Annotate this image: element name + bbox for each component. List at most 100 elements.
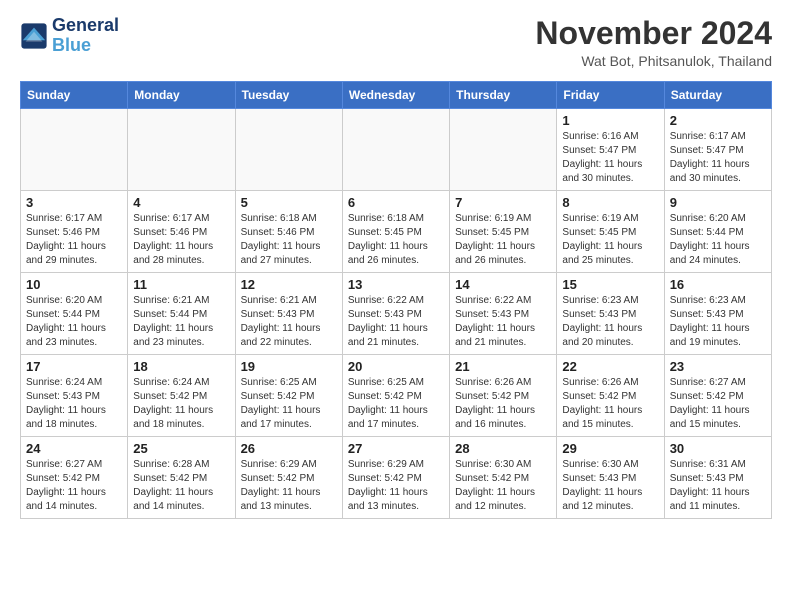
day-info: Sunrise: 6:20 AM Sunset: 5:44 PM Dayligh… (26, 294, 122, 350)
day-info: Sunrise: 6:16 AM Sunset: 5:47 PM Dayligh… (562, 130, 658, 186)
day-info: Sunrise: 6:22 AM Sunset: 5:43 PM Dayligh… (348, 294, 444, 350)
weekday-header-row: SundayMondayTuesdayWednesdayThursdayFrid… (21, 82, 772, 109)
calendar-cell: 14 Sunrise: 6:22 AM Sunset: 5:43 PM Dayli… (450, 273, 557, 355)
calendar-cell (235, 109, 342, 191)
day-number: 12 (241, 277, 337, 292)
day-info: Sunrise: 6:30 AM Sunset: 5:43 PM Dayligh… (562, 458, 658, 514)
day-number: 13 (348, 277, 444, 292)
day-info: Sunrise: 6:24 AM Sunset: 5:43 PM Dayligh… (26, 376, 122, 432)
day-number: 7 (455, 195, 551, 210)
day-info: Sunrise: 6:22 AM Sunset: 5:43 PM Dayligh… (455, 294, 551, 350)
day-number: 26 (241, 441, 337, 456)
calendar-cell: 21 Sunrise: 6:26 AM Sunset: 5:42 PM Dayli… (450, 355, 557, 437)
day-info: Sunrise: 6:26 AM Sunset: 5:42 PM Dayligh… (562, 376, 658, 432)
calendar-cell (450, 109, 557, 191)
day-info: Sunrise: 6:29 AM Sunset: 5:42 PM Dayligh… (241, 458, 337, 514)
title-block: November 2024 Wat Bot, Phitsanulok, Thai… (535, 16, 772, 69)
calendar-week-4: 17 Sunrise: 6:24 AM Sunset: 5:43 PM Dayli… (21, 355, 772, 437)
calendar-cell: 27 Sunrise: 6:29 AM Sunset: 5:42 PM Dayli… (342, 437, 449, 519)
day-info: Sunrise: 6:18 AM Sunset: 5:45 PM Dayligh… (348, 212, 444, 268)
day-info: Sunrise: 6:26 AM Sunset: 5:42 PM Dayligh… (455, 376, 551, 432)
day-number: 30 (670, 441, 766, 456)
day-number: 9 (670, 195, 766, 210)
calendar-cell: 4Sunrise: 6:17 AM Sunset: 5:46 PM Daylig… (128, 191, 235, 273)
day-info: Sunrise: 6:19 AM Sunset: 5:45 PM Dayligh… (455, 212, 551, 268)
calendar-cell: 28Sunrise: 6:30 AM Sunset: 5:42 PM Dayli… (450, 437, 557, 519)
day-number: 25 (133, 441, 229, 456)
page: General Blue November 2024 Wat Bot, Phit… (0, 0, 792, 535)
day-number: 17 (26, 359, 122, 374)
calendar-week-5: 24Sunrise: 6:27 AM Sunset: 5:42 PM Dayli… (21, 437, 772, 519)
calendar-cell: 22 Sunrise: 6:26 AM Sunset: 5:42 PM Dayli… (557, 355, 664, 437)
day-info: Sunrise: 6:21 AM Sunset: 5:44 PM Dayligh… (133, 294, 229, 350)
calendar-cell: 29 Sunrise: 6:30 AM Sunset: 5:43 PM Dayli… (557, 437, 664, 519)
weekday-header-saturday: Saturday (664, 82, 771, 109)
day-info: Sunrise: 6:27 AM Sunset: 5:42 PM Dayligh… (670, 376, 766, 432)
calendar-week-3: 10 Sunrise: 6:20 AM Sunset: 5:44 PM Dayli… (21, 273, 772, 355)
day-info: Sunrise: 6:17 AM Sunset: 5:47 PM Dayligh… (670, 130, 766, 186)
day-info: Sunrise: 6:25 AM Sunset: 5:42 PM Dayligh… (241, 376, 337, 432)
day-info: Sunrise: 6:28 AM Sunset: 5:42 PM Dayligh… (133, 458, 229, 514)
calendar-cell: 24Sunrise: 6:27 AM Sunset: 5:42 PM Dayli… (21, 437, 128, 519)
day-number: 18 (133, 359, 229, 374)
calendar-cell (128, 109, 235, 191)
day-number: 11 (133, 277, 229, 292)
day-number: 22 (562, 359, 658, 374)
day-info: Sunrise: 6:17 AM Sunset: 5:46 PM Dayligh… (133, 212, 229, 268)
day-number: 23 (670, 359, 766, 374)
calendar-cell: 6Sunrise: 6:18 AM Sunset: 5:45 PM Daylig… (342, 191, 449, 273)
day-number: 21 (455, 359, 551, 374)
day-number: 15 (562, 277, 658, 292)
day-number: 29 (562, 441, 658, 456)
day-number: 1 (562, 113, 658, 128)
day-number: 10 (26, 277, 122, 292)
day-info: Sunrise: 6:20 AM Sunset: 5:44 PM Dayligh… (670, 212, 766, 268)
calendar-cell (21, 109, 128, 191)
day-number: 19 (241, 359, 337, 374)
calendar-cell: 17 Sunrise: 6:24 AM Sunset: 5:43 PM Dayli… (21, 355, 128, 437)
calendar-cell: 11 Sunrise: 6:21 AM Sunset: 5:44 PM Dayli… (128, 273, 235, 355)
calendar-cell: 25 Sunrise: 6:28 AM Sunset: 5:42 PM Dayli… (128, 437, 235, 519)
weekday-header-tuesday: Tuesday (235, 82, 342, 109)
calendar-cell: 23 Sunrise: 6:27 AM Sunset: 5:42 PM Dayli… (664, 355, 771, 437)
day-number: 5 (241, 195, 337, 210)
logo: General Blue (20, 16, 119, 56)
day-number: 14 (455, 277, 551, 292)
day-number: 3 (26, 195, 122, 210)
day-info: Sunrise: 6:24 AM Sunset: 5:42 PM Dayligh… (133, 376, 229, 432)
calendar-cell (342, 109, 449, 191)
day-info: Sunrise: 6:29 AM Sunset: 5:42 PM Dayligh… (348, 458, 444, 514)
weekday-header-wednesday: Wednesday (342, 82, 449, 109)
calendar-cell: 19 Sunrise: 6:25 AM Sunset: 5:42 PM Dayli… (235, 355, 342, 437)
weekday-header-friday: Friday (557, 82, 664, 109)
location: Wat Bot, Phitsanulok, Thailand (535, 53, 772, 69)
calendar-cell: 9 Sunrise: 6:20 AM Sunset: 5:44 PM Daylig… (664, 191, 771, 273)
calendar-cell: 3Sunrise: 6:17 AM Sunset: 5:46 PM Daylig… (21, 191, 128, 273)
day-info: Sunrise: 6:19 AM Sunset: 5:45 PM Dayligh… (562, 212, 658, 268)
day-number: 24 (26, 441, 122, 456)
calendar-cell: 5 Sunrise: 6:18 AM Sunset: 5:46 PM Daylig… (235, 191, 342, 273)
calendar-week-1: 1 Sunrise: 6:16 AM Sunset: 5:47 PM Daylig… (21, 109, 772, 191)
calendar-cell: 13 Sunrise: 6:22 AM Sunset: 5:43 PM Dayli… (342, 273, 449, 355)
day-number: 20 (348, 359, 444, 374)
calendar-cell: 7 Sunrise: 6:19 AM Sunset: 5:45 PM Daylig… (450, 191, 557, 273)
calendar-cell: 10 Sunrise: 6:20 AM Sunset: 5:44 PM Dayli… (21, 273, 128, 355)
day-number: 28 (455, 441, 551, 456)
day-info: Sunrise: 6:18 AM Sunset: 5:46 PM Dayligh… (241, 212, 337, 268)
calendar-week-2: 3 Sunrise: 6:17 AM Sunset: 5:46 PM Daylig… (21, 191, 772, 273)
calendar-cell: 8Sunrise: 6:19 AM Sunset: 5:45 PM Daylig… (557, 191, 664, 273)
weekday-header-monday: Monday (128, 82, 235, 109)
calendar-cell: 18 Sunrise: 6:24 AM Sunset: 5:42 PM Dayli… (128, 355, 235, 437)
day-info: Sunrise: 6:31 AM Sunset: 5:43 PM Dayligh… (670, 458, 766, 514)
calendar-cell: 15 Sunrise: 6:23 AM Sunset: 5:43 PM Dayli… (557, 273, 664, 355)
calendar: SundayMondayTuesdayWednesdayThursdayFrid… (20, 81, 772, 519)
weekday-header-sunday: Sunday (21, 82, 128, 109)
logo-text: General Blue (52, 16, 119, 56)
day-number: 16 (670, 277, 766, 292)
month-title: November 2024 (535, 16, 772, 51)
calendar-cell: 2Sunrise: 6:17 AM Sunset: 5:47 PM Daylig… (664, 109, 771, 191)
day-info: Sunrise: 6:23 AM Sunset: 5:43 PM Dayligh… (562, 294, 658, 350)
logo-icon (20, 22, 48, 50)
day-info: Sunrise: 6:23 AM Sunset: 5:43 PM Dayligh… (670, 294, 766, 350)
day-number: 27 (348, 441, 444, 456)
